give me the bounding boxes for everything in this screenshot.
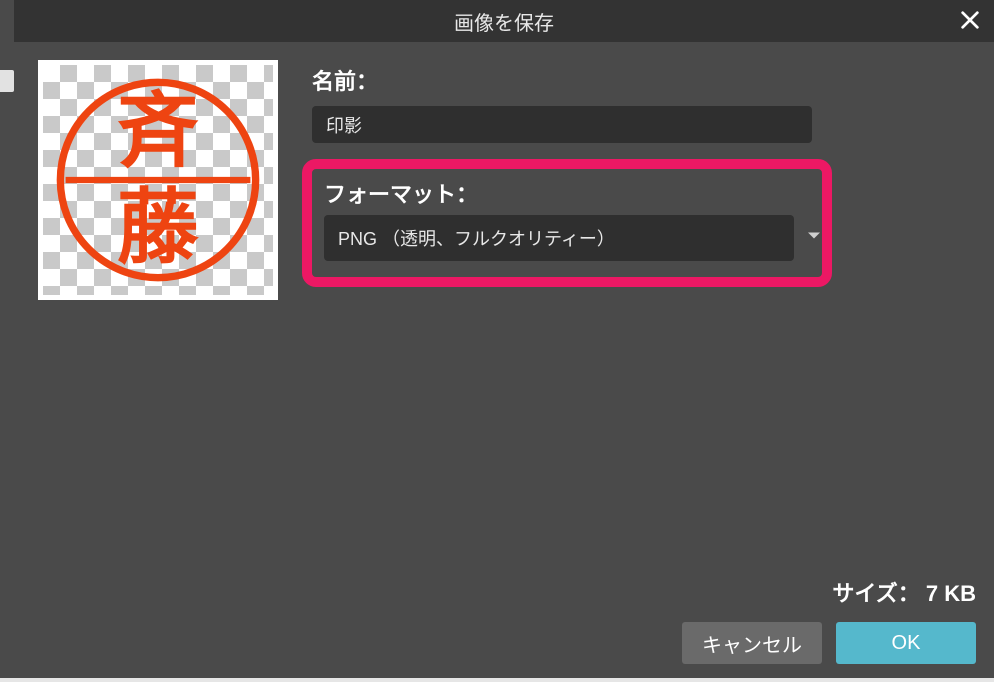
stamp-bottom-char: 藤 — [117, 183, 199, 274]
dialog-title: 画像を保存 — [14, 7, 994, 36]
file-size-text: サイズ： 7 KB — [832, 576, 976, 608]
close-button[interactable] — [954, 4, 986, 36]
preview-panel: 斉 藤 — [38, 60, 278, 598]
save-image-dialog: 画像を保存 斉 藤 名前： — [14, 0, 994, 678]
titlebar: 画像を保存 — [14, 0, 994, 42]
button-row: キャンセル OK — [682, 622, 976, 664]
dialog-content: 斉 藤 名前： フォーマット： PNG （透明、フルクオリティー） — [38, 60, 970, 598]
format-select-wrap: PNG （透明、フルクオリティー） — [324, 215, 794, 261]
dialog-footer: サイズ： 7 KB キャンセル OK — [682, 576, 976, 664]
ok-button[interactable]: OK — [836, 622, 976, 664]
format-highlight-block: フォーマット： PNG （透明、フルクオリティー） — [302, 159, 832, 287]
name-label: 名前： — [312, 64, 970, 96]
left-tab-handle[interactable] — [0, 70, 14, 92]
image-preview: 斉 藤 — [38, 60, 278, 300]
stamp-icon: 斉 藤 — [43, 65, 273, 295]
chevron-down-icon — [806, 228, 822, 249]
name-input[interactable] — [312, 106, 812, 143]
bottom-edge — [0, 678, 994, 682]
format-select[interactable]: PNG （透明、フルクオリティー） — [324, 215, 794, 261]
form-column: 名前： フォーマット： PNG （透明、フルクオリティー） — [302, 60, 970, 598]
cancel-button[interactable]: キャンセル — [682, 622, 822, 664]
format-label: フォーマット： — [324, 177, 816, 209]
size-value: 7 KB — [926, 581, 976, 606]
close-icon — [959, 9, 981, 31]
stamp-top-char: 斉 — [117, 86, 199, 177]
size-label: サイズ： — [832, 581, 919, 606]
left-gutter — [0, 0, 14, 682]
